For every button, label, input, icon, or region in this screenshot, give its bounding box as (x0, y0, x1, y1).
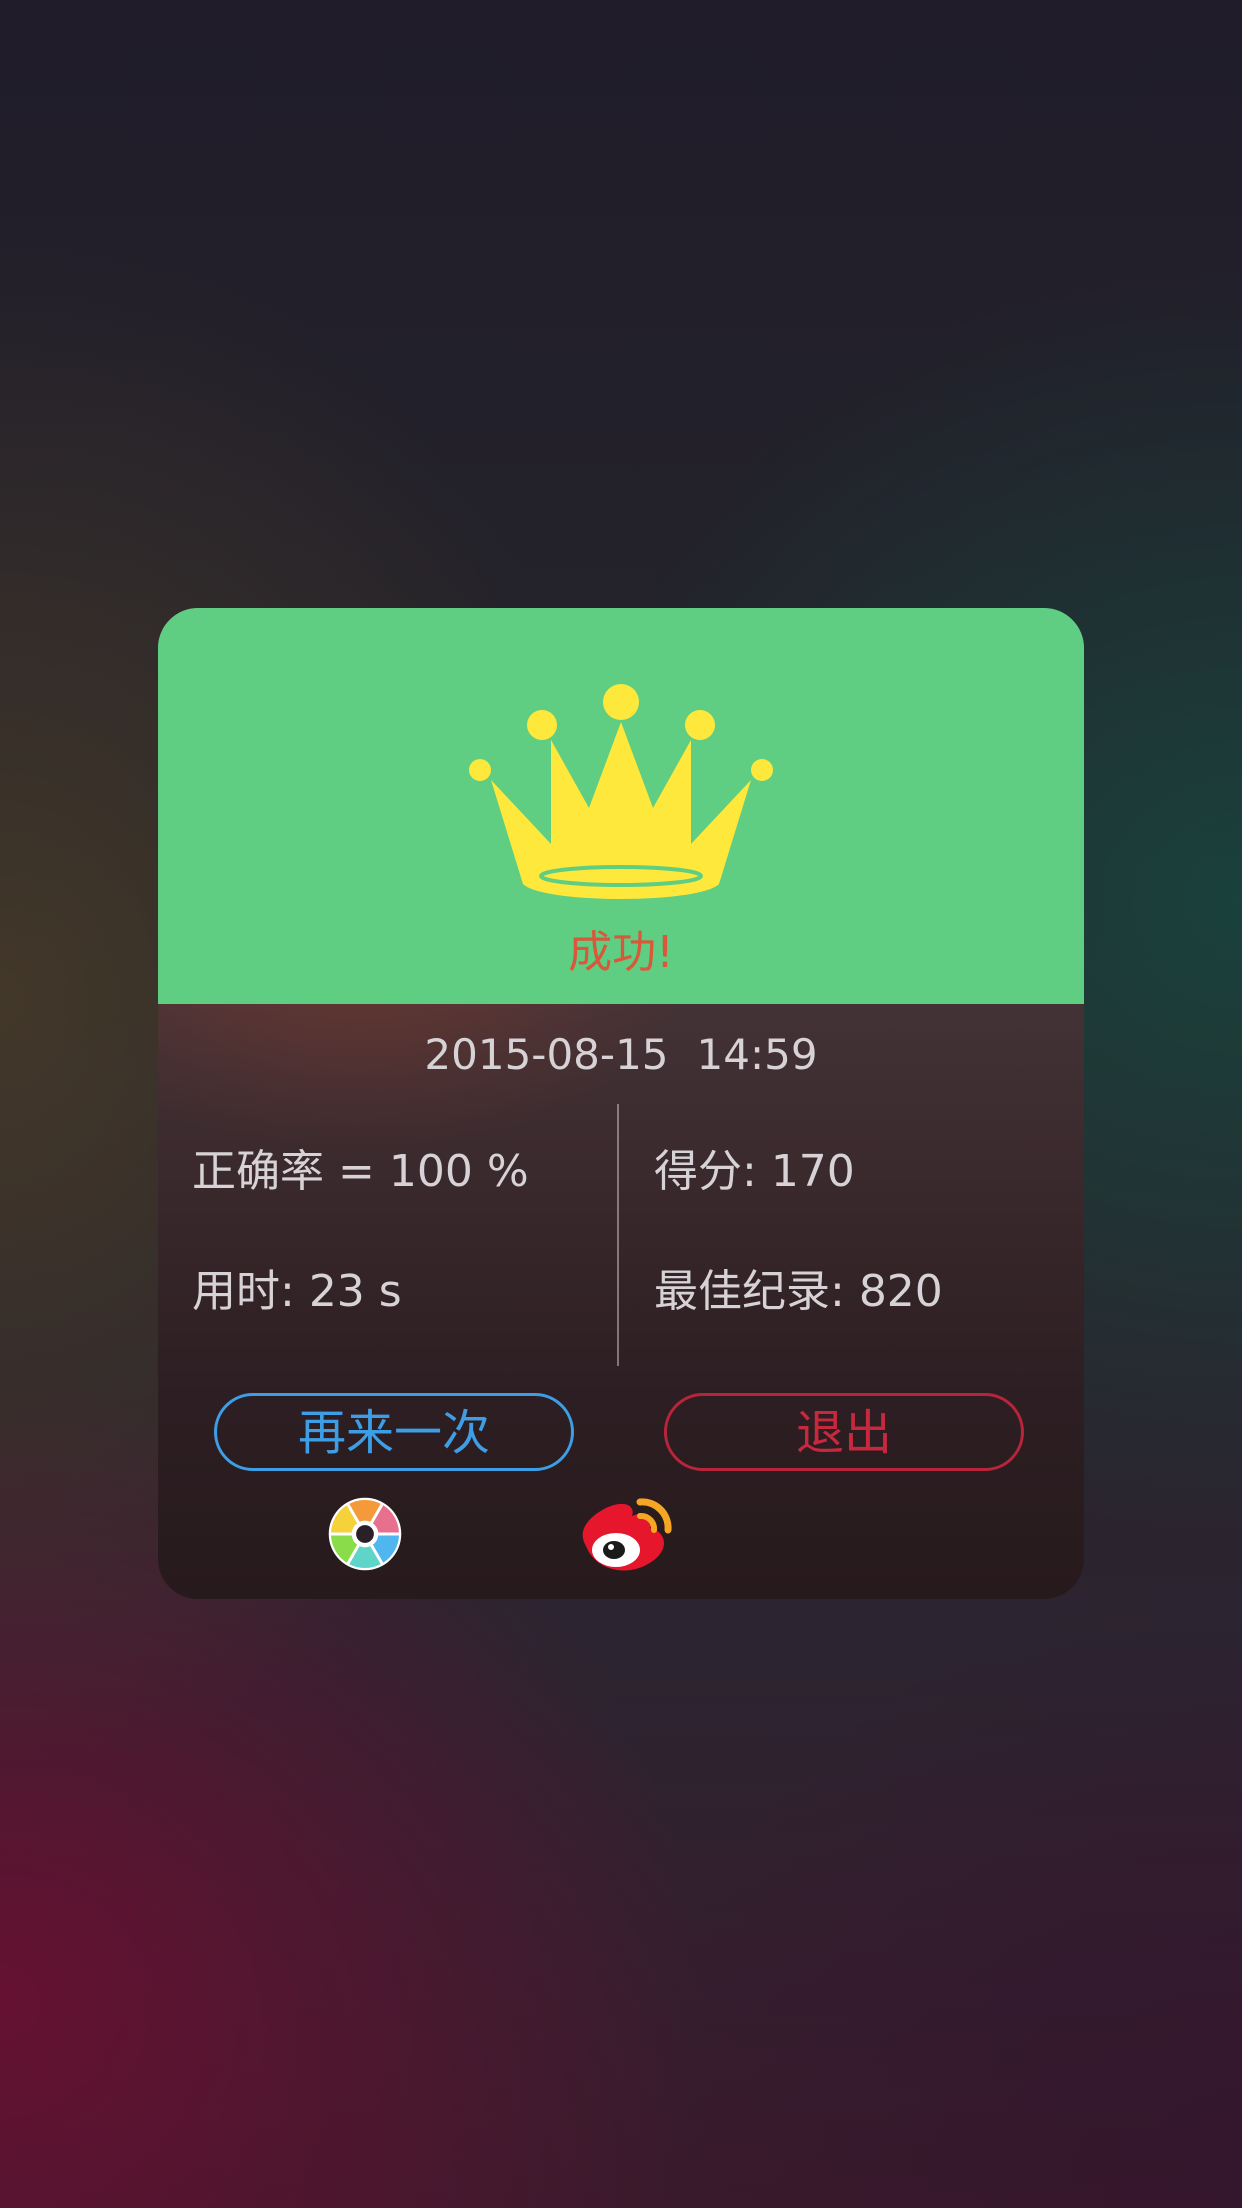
accuracy-label: 正确率 = (192, 1146, 389, 1197)
crown-icon (469, 684, 773, 899)
retry-button[interactable]: 再来一次 (214, 1393, 574, 1471)
accuracy-stat: 正确率 = 100 % (192, 1144, 529, 1200)
best-record-stat: 最佳纪录: 820 (654, 1264, 943, 1320)
weibo-icon[interactable] (576, 1490, 676, 1574)
time-used-value: 23 s (308, 1266, 402, 1317)
result-date: 2015-08-15 (424, 1030, 669, 1079)
moments-aperture-icon[interactable] (328, 1497, 402, 1571)
score-value: 170 (770, 1146, 855, 1197)
stats-divider (617, 1104, 619, 1366)
result-dialog: 成功! 2015-08-15 14:59 正确率 = 100 % 得分: 170 … (158, 608, 1084, 1599)
result-datetime: 2015-08-15 14:59 (158, 1028, 1084, 1082)
best-record-label: 最佳纪录: (654, 1266, 859, 1317)
exit-button[interactable]: 退出 (664, 1393, 1024, 1471)
best-record-value: 820 (858, 1266, 943, 1317)
result-time: 14:59 (696, 1030, 818, 1079)
time-used-label: 用时: (192, 1266, 309, 1317)
accuracy-value: 100 % (388, 1146, 529, 1197)
score-stat: 得分: 170 (654, 1144, 855, 1200)
time-used-stat: 用时: 23 s (192, 1264, 402, 1320)
result-header: 成功! (158, 608, 1084, 1004)
success-title: 成功! (568, 927, 674, 978)
score-label: 得分: (654, 1146, 771, 1197)
